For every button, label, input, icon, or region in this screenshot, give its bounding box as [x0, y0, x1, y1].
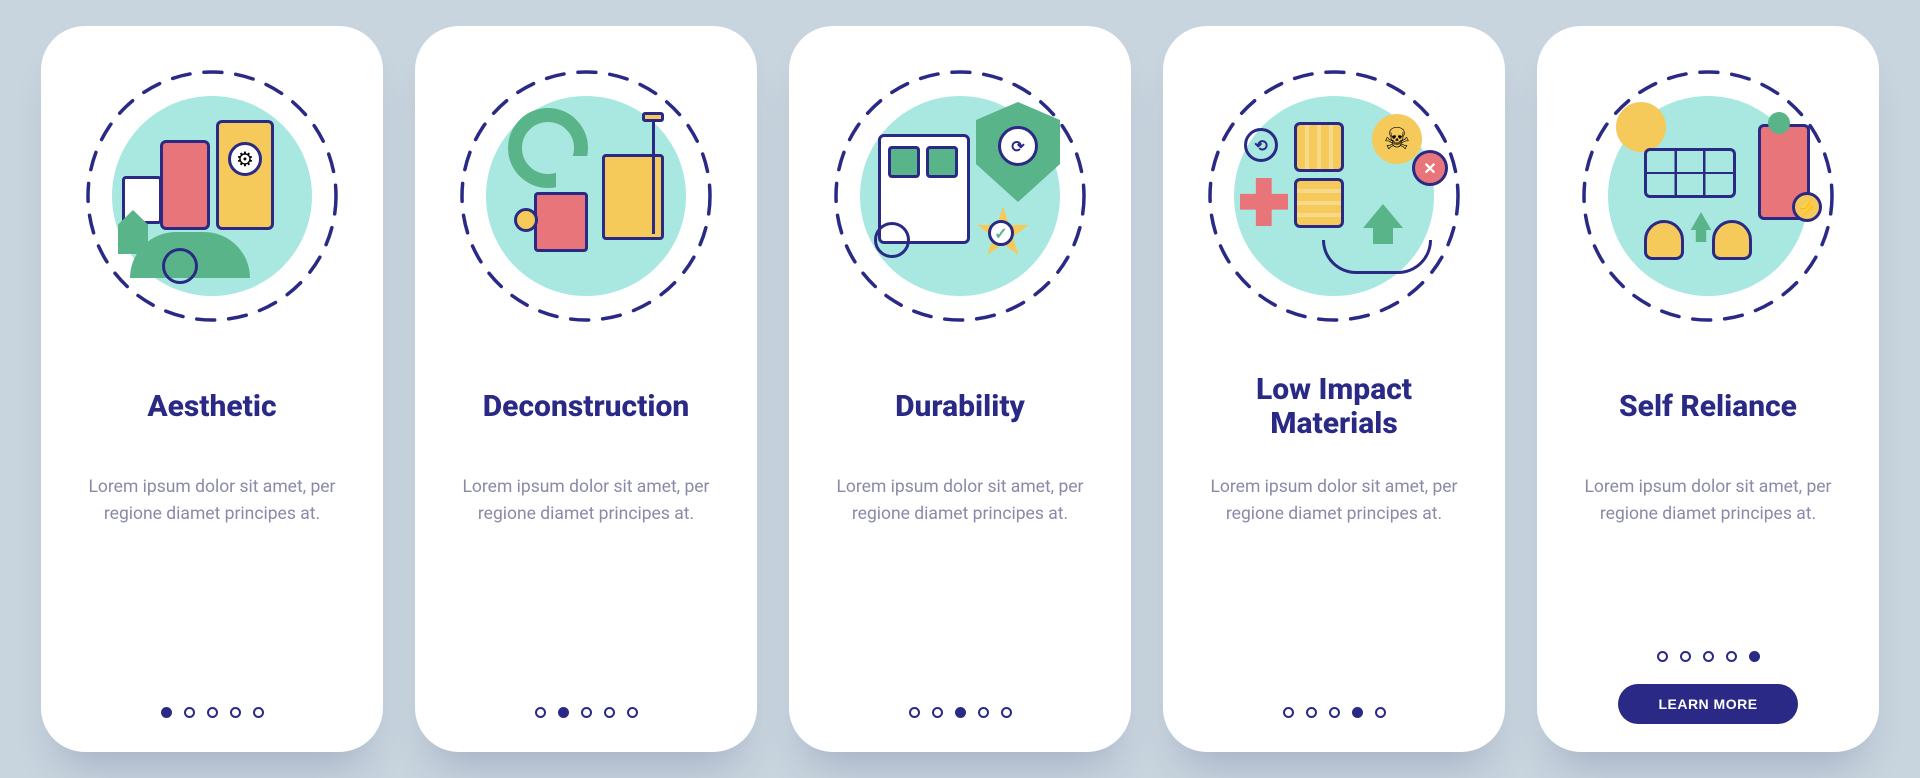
- self-reliance-solar-icon: ⚡: [1578, 66, 1838, 326]
- page-dot[interactable]: [1306, 707, 1317, 718]
- page-dot[interactable]: [1680, 651, 1691, 662]
- onboarding-card: ⟲ ☠ ✕ Low Impact Materials Lorem ipsum d…: [1163, 26, 1505, 752]
- card-description: Lorem ipsum dolor sit amet, per regione …: [1577, 474, 1839, 528]
- page-dot[interactable]: [253, 707, 264, 718]
- learn-more-button[interactable]: LEARN MORE: [1618, 684, 1797, 724]
- onboarding-card: Deconstruction Lorem ipsum dolor sit ame…: [415, 26, 757, 752]
- page-dot[interactable]: [1703, 651, 1714, 662]
- page-indicator: [535, 707, 638, 724]
- card-title: Low Impact Materials: [1193, 370, 1475, 444]
- hero-art: ⚙: [100, 84, 324, 308]
- page-dot[interactable]: [1749, 651, 1760, 662]
- onboarding-cards-row: ⚙ Aesthetic Lorem ipsum dolor sit amet, …: [0, 0, 1920, 778]
- page-dot[interactable]: [581, 707, 592, 718]
- page-dot[interactable]: [1001, 707, 1012, 718]
- page-dot[interactable]: [207, 707, 218, 718]
- page-dot[interactable]: [558, 707, 569, 718]
- card-title: Self Reliance: [1619, 370, 1797, 444]
- deconstruction-icon: [456, 66, 716, 326]
- hero-art: ⚡: [1596, 84, 1820, 308]
- page-indicator: [909, 707, 1012, 724]
- page-indicator: [1657, 651, 1760, 662]
- card-description: Lorem ipsum dolor sit amet, per regione …: [829, 474, 1091, 528]
- onboarding-card: ⚡ Self Reliance Lorem ipsum dolor sit am…: [1537, 26, 1879, 752]
- page-dot[interactable]: [978, 707, 989, 718]
- page-dot[interactable]: [184, 707, 195, 718]
- page-dot[interactable]: [161, 707, 172, 718]
- card-title: Durability: [895, 370, 1025, 444]
- page-dot[interactable]: [1657, 651, 1668, 662]
- page-dot[interactable]: [535, 707, 546, 718]
- page-dot[interactable]: [230, 707, 241, 718]
- card-title: Aesthetic: [147, 370, 276, 444]
- page-dot[interactable]: [1352, 707, 1363, 718]
- page-dot[interactable]: [604, 707, 615, 718]
- card-description: Lorem ipsum dolor sit amet, per regione …: [81, 474, 343, 528]
- page-dot[interactable]: [932, 707, 943, 718]
- durability-shield-icon: ⟳ ✓: [830, 66, 1090, 326]
- page-dot[interactable]: [909, 707, 920, 718]
- page-dot[interactable]: [1329, 707, 1340, 718]
- page-indicator: [161, 707, 264, 724]
- page-dot[interactable]: [1726, 651, 1737, 662]
- hero-art: [474, 84, 698, 308]
- card-description: Lorem ipsum dolor sit amet, per regione …: [455, 474, 717, 528]
- page-dot[interactable]: [955, 707, 966, 718]
- onboarding-card: ⚙ Aesthetic Lorem ipsum dolor sit amet, …: [41, 26, 383, 752]
- hero-art: ⟲ ☠ ✕: [1222, 84, 1446, 308]
- onboarding-card: ⟳ ✓ Durability Lorem ipsum dolor sit ame…: [789, 26, 1131, 752]
- city-aesthetic-icon: ⚙: [82, 66, 342, 326]
- page-dot[interactable]: [627, 707, 638, 718]
- hero-art: ⟳ ✓: [848, 84, 1072, 308]
- low-impact-materials-icon: ⟲ ☠ ✕: [1204, 66, 1464, 326]
- card-description: Lorem ipsum dolor sit amet, per regione …: [1203, 474, 1465, 528]
- page-indicator: [1283, 707, 1386, 724]
- card-title: Deconstruction: [483, 370, 690, 444]
- page-dot[interactable]: [1375, 707, 1386, 718]
- page-dot[interactable]: [1283, 707, 1294, 718]
